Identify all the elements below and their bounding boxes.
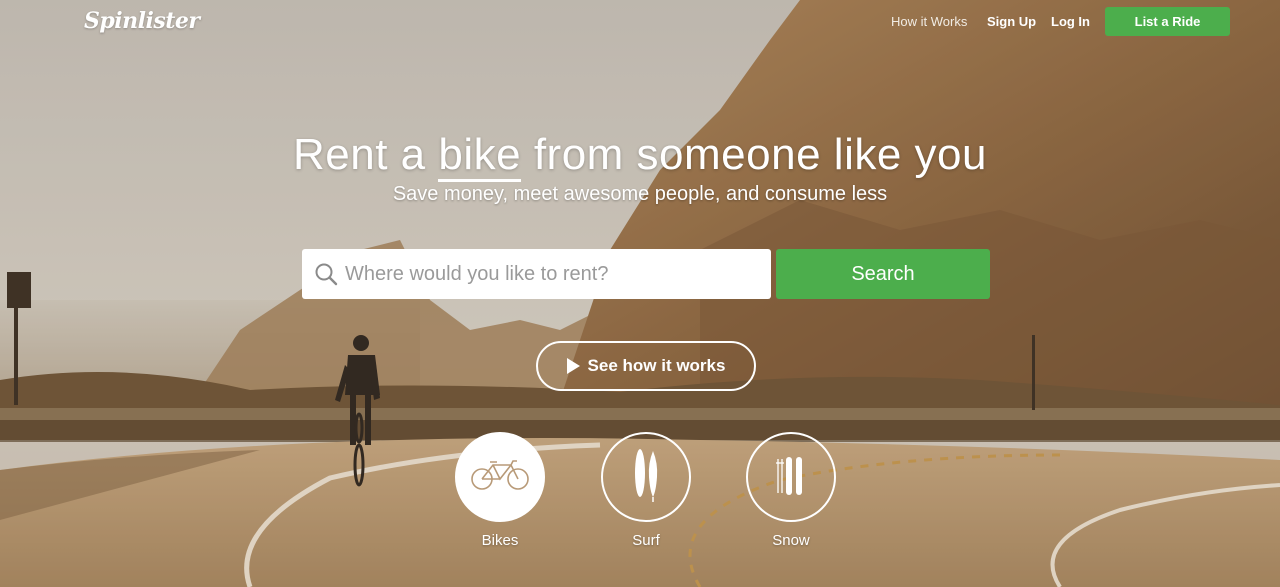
play-icon bbox=[566, 358, 580, 374]
headline-prefix: Rent a bbox=[293, 130, 439, 179]
category-surf[interactable]: Surf bbox=[601, 432, 691, 549]
nav-how-it-works-link[interactable]: How it Works bbox=[891, 14, 967, 29]
bike-icon bbox=[471, 459, 529, 496]
category-label-surf: Surf bbox=[632, 532, 660, 549]
search-icon bbox=[314, 262, 338, 291]
hero-subheadline: Save money, meet awesome people, and con… bbox=[392, 183, 888, 205]
spinlister-logo[interactable]: Spinlister bbox=[84, 8, 200, 34]
see-how-it-works-label: See how it works bbox=[587, 356, 726, 375]
headline-highlight-word: bike bbox=[438, 130, 522, 182]
ski-icon bbox=[771, 453, 811, 502]
search-input[interactable] bbox=[345, 249, 765, 299]
surfboard-icon bbox=[629, 447, 663, 508]
nav-sign-up-link[interactable]: Sign Up bbox=[987, 14, 1036, 29]
search-button[interactable]: Search bbox=[776, 249, 990, 299]
headline-suffix: from someone like you bbox=[521, 130, 987, 179]
search-field-container bbox=[302, 249, 771, 299]
category-bikes[interactable]: Bikes bbox=[455, 432, 545, 549]
category-label-bikes: Bikes bbox=[481, 532, 519, 549]
list-a-ride-button[interactable]: List a Ride bbox=[1105, 7, 1230, 36]
snow-circle[interactable] bbox=[746, 432, 836, 522]
category-snow[interactable]: Snow bbox=[746, 432, 836, 549]
category-label-snow: Snow bbox=[772, 532, 810, 549]
bikes-circle[interactable] bbox=[455, 432, 545, 522]
hero-headline: Rent a bike from someone like you bbox=[0, 130, 1280, 182]
see-how-it-works-button[interactable]: See how it works bbox=[536, 341, 756, 391]
surf-circle[interactable] bbox=[601, 432, 691, 522]
nav-log-in-link[interactable]: Log In bbox=[1051, 14, 1090, 29]
